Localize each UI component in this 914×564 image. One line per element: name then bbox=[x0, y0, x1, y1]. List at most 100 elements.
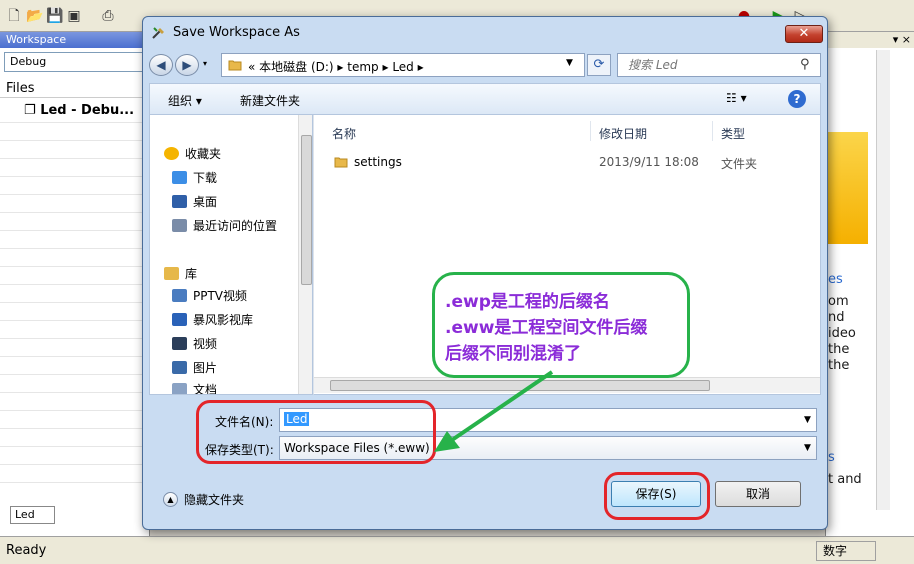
nav-item-label: 暴风影视库 bbox=[193, 313, 254, 327]
chevron-up-icon: ▲ bbox=[163, 492, 178, 507]
nav-item-label: 库 bbox=[185, 267, 198, 281]
column-header-date[interactable]: 修改日期 bbox=[599, 125, 647, 142]
nav-scrollbar[interactable] bbox=[298, 115, 312, 394]
search-box[interactable]: ⚲ bbox=[617, 53, 821, 77]
ime-indicator: 数字 bbox=[816, 541, 876, 561]
nav-item-recent[interactable]: 最近访问的位置 bbox=[172, 217, 277, 234]
workspace-panel: Workspace Debug Files ❐ Led - Debu... Le… bbox=[0, 32, 150, 536]
back-arrow-icon[interactable]: ◀ bbox=[149, 54, 173, 76]
dialog-titlebar[interactable]: Save Workspace As ✕ bbox=[143, 17, 827, 49]
tools-icon bbox=[152, 27, 164, 39]
address-bar[interactable]: « 本地磁盘 (D:) ▸ temp ▸ Led ▸ ▼ bbox=[221, 53, 585, 77]
chevron-down-icon[interactable]: ▼ bbox=[804, 415, 811, 425]
workspace-title: Workspace bbox=[0, 32, 150, 48]
info-text: nd bbox=[828, 310, 845, 325]
new-file-icon[interactable]: 🗋 bbox=[6, 8, 22, 24]
file-date: 2013/9/11 18:08 bbox=[599, 155, 699, 169]
row-divider bbox=[0, 194, 150, 195]
nav-item-label: 最近访问的位置 bbox=[193, 219, 278, 233]
nav-item-label: 视频 bbox=[193, 337, 218, 351]
workspace-tree-item[interactable]: ❐ Led - Debu... bbox=[24, 102, 144, 120]
nav-item-label: 图片 bbox=[193, 361, 218, 375]
nav-item-videos[interactable]: 视频 bbox=[172, 335, 217, 352]
row-divider bbox=[0, 356, 150, 357]
nav-item-baofeng[interactable]: 暴风影视库 bbox=[172, 311, 253, 328]
row-divider bbox=[0, 374, 150, 375]
nav-item-desktop[interactable]: 桌面 bbox=[172, 193, 217, 210]
tree-item-label: Led - Debu... bbox=[40, 103, 135, 118]
refresh-icon[interactable]: ⟳ bbox=[587, 54, 611, 76]
nav-item-pptv[interactable]: PPTV视频 bbox=[172, 287, 247, 304]
info-text: the bbox=[828, 342, 850, 357]
annotation-line: .eww是工程空间文件后缀 bbox=[445, 318, 648, 338]
print-icon[interactable]: ⎙ bbox=[100, 8, 116, 24]
nav-item-label: PPTV视频 bbox=[193, 289, 248, 303]
breadcrumb[interactable]: « 本地磁盘 (D:) ▸ temp ▸ Led ▸ bbox=[248, 58, 424, 75]
column-header-type[interactable]: 类型 bbox=[721, 125, 745, 142]
row-divider bbox=[0, 320, 150, 321]
row-divider bbox=[0, 140, 150, 141]
help-icon[interactable]: ? bbox=[788, 90, 806, 108]
pictures-icon bbox=[172, 361, 187, 374]
project-icon: ❐ bbox=[24, 103, 36, 118]
chevron-down-icon[interactable]: ▼ bbox=[804, 443, 811, 453]
history-chevron-icon[interactable]: ▾ bbox=[203, 59, 207, 68]
row-divider bbox=[0, 392, 150, 393]
nav-item-label: 文档 bbox=[193, 383, 218, 395]
documents-icon bbox=[172, 383, 187, 394]
column-divider[interactable] bbox=[590, 121, 591, 141]
file-name: settings bbox=[354, 155, 402, 169]
hide-folders-toggle[interactable]: ▲ 隐藏文件夹 bbox=[163, 491, 244, 508]
config-select[interactable]: Debug bbox=[4, 52, 144, 72]
open-folder-icon[interactable]: 📂 bbox=[26, 8, 43, 24]
info-scrollbar[interactable] bbox=[876, 50, 890, 510]
highlight-ring-save bbox=[604, 472, 710, 520]
hide-folders-label: 隐藏文件夹 bbox=[184, 493, 245, 507]
info-text: es bbox=[828, 272, 843, 287]
video-icon bbox=[172, 337, 187, 350]
video-library-icon bbox=[172, 313, 187, 326]
nav-item-favorites[interactable]: 收藏夹 bbox=[164, 145, 221, 162]
chevron-down-icon[interactable]: ▼ bbox=[566, 58, 573, 68]
new-folder-button[interactable]: 新建文件夹 bbox=[240, 92, 300, 109]
row-divider bbox=[0, 248, 150, 249]
column-divider[interactable] bbox=[712, 121, 713, 141]
row-divider bbox=[0, 212, 150, 213]
nav-item-label: 收藏夹 bbox=[185, 147, 222, 161]
row-divider bbox=[0, 302, 150, 303]
dialog-title: Save Workspace As bbox=[173, 25, 300, 40]
nav-item-library[interactable]: 库 bbox=[164, 265, 197, 282]
nav-item-pictures[interactable]: 图片 bbox=[172, 359, 217, 376]
view-options-button[interactable]: ☷ ▾ bbox=[726, 91, 747, 105]
search-icon[interactable]: ⚲ bbox=[800, 57, 810, 72]
forward-arrow-icon[interactable]: ▶ bbox=[175, 54, 199, 76]
row-divider bbox=[0, 482, 150, 483]
row-divider bbox=[0, 266, 150, 267]
annotation-callout: .ewp是工程的后缀名 .eww是工程空间文件后缀 后缀不同别混淆了 bbox=[432, 272, 690, 378]
nav-item-downloads[interactable]: 下载 bbox=[172, 169, 217, 186]
info-text: ideo bbox=[828, 326, 856, 341]
promo-banner bbox=[826, 132, 868, 244]
save-all-icon[interactable]: ▣ bbox=[66, 8, 82, 24]
desktop-icon bbox=[172, 195, 187, 208]
info-text: the bbox=[828, 358, 850, 373]
close-button[interactable]: ✕ bbox=[785, 25, 823, 43]
info-text: om bbox=[828, 294, 849, 309]
search-input[interactable] bbox=[628, 58, 788, 72]
address-row: ◀ ▶ ▾ « 本地磁盘 (D:) ▸ temp ▸ Led ▸ ▼ ⟳ ⚲ bbox=[149, 53, 821, 77]
save-icon[interactable]: 💾 bbox=[46, 8, 63, 24]
folder-icon bbox=[228, 60, 242, 71]
file-hscrollbar[interactable] bbox=[314, 377, 820, 393]
file-type: 文件夹 bbox=[721, 157, 758, 171]
star-icon bbox=[164, 147, 179, 160]
workspace-tab[interactable]: Led bbox=[10, 506, 55, 524]
scrollbar-thumb[interactable] bbox=[301, 135, 312, 285]
nav-item-documents[interactable]: 文档 bbox=[172, 381, 218, 395]
file-name-cell: settings bbox=[334, 155, 402, 169]
organize-button[interactable]: 组织 ▾ bbox=[168, 92, 202, 109]
row-divider bbox=[0, 410, 150, 411]
panel-close-icon[interactable]: ▾ × bbox=[826, 32, 914, 48]
scrollbar-thumb[interactable] bbox=[330, 380, 710, 391]
cancel-button[interactable]: 取消 bbox=[715, 481, 801, 507]
column-header-name[interactable]: 名称 bbox=[332, 125, 356, 142]
